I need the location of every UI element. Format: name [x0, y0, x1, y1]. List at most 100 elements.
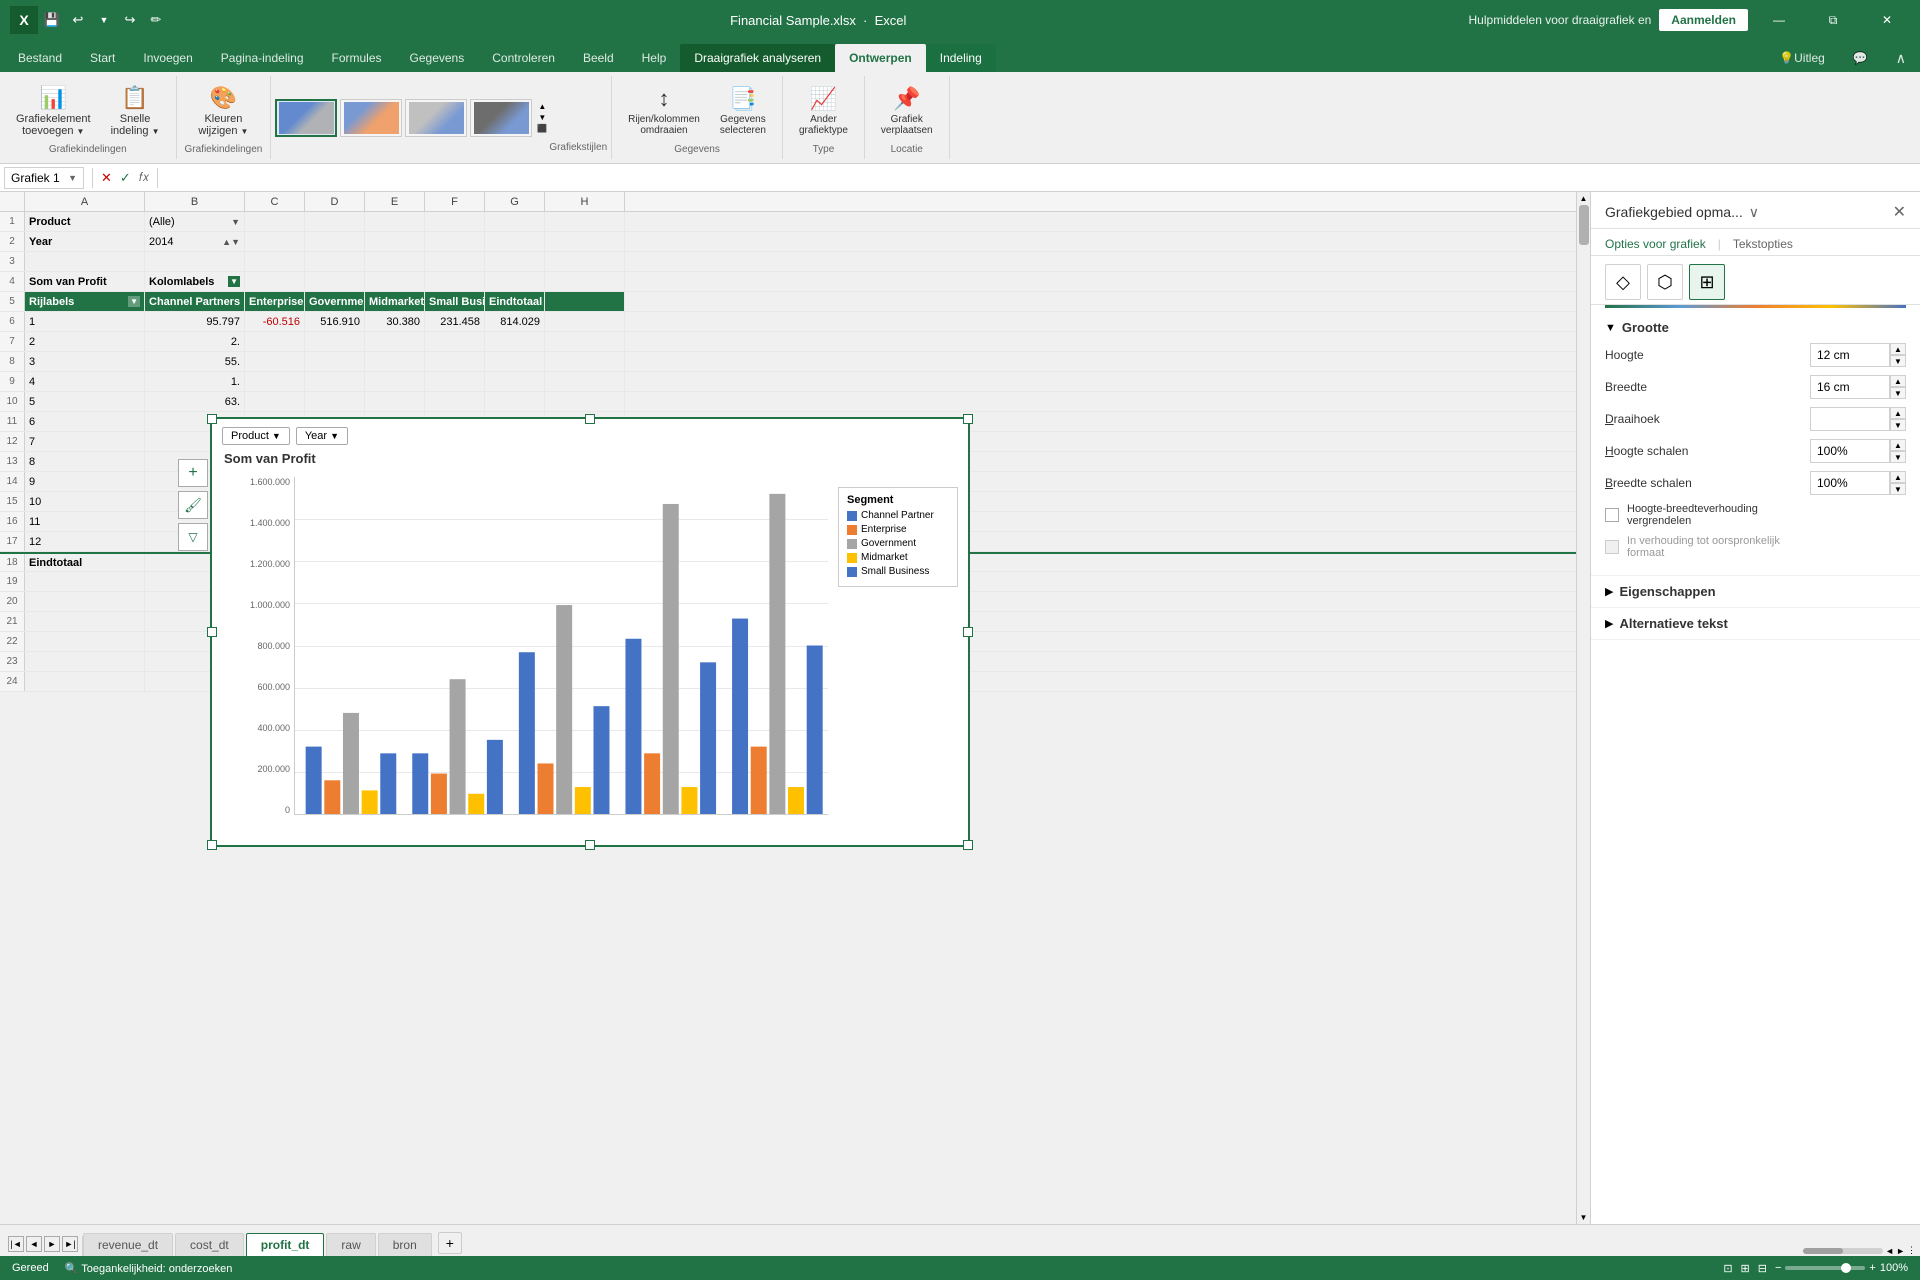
cell-G5[interactable]: Eindtotaal: [485, 292, 545, 311]
cell-C7[interactable]: [245, 332, 305, 351]
cell-A13[interactable]: 8: [25, 452, 145, 471]
cell-F8[interactable]: [425, 352, 485, 371]
cell-H2[interactable]: [545, 232, 625, 251]
product-filter-btn[interactable]: Product ▼: [222, 427, 290, 445]
save-qat-btn[interactable]: 💾: [40, 8, 64, 32]
alternatieve-tekst-section[interactable]: ▶ Alternatieve tekst: [1591, 608, 1920, 640]
cell-A3[interactable]: [25, 252, 145, 271]
row-num-19[interactable]: 19: [0, 572, 25, 591]
bar[interactable]: [663, 504, 679, 814]
cell-A6[interactable]: 1: [25, 312, 145, 331]
tab-indeling[interactable]: Indeling: [926, 44, 996, 72]
style-scroll-down[interactable]: ▼: [535, 113, 549, 122]
tab-beeld[interactable]: Beeld: [569, 44, 628, 72]
cell-B9[interactable]: 1.: [145, 372, 245, 391]
col-header-E[interactable]: E: [365, 192, 425, 211]
bar[interactable]: [487, 740, 503, 814]
hoogte-schalen-down[interactable]: ▼: [1890, 451, 1906, 463]
sheet-nav-prev[interactable]: ◄: [26, 1236, 42, 1252]
style-thumb-1[interactable]: [275, 99, 337, 137]
cell-A14[interactable]: 9: [25, 472, 145, 491]
sheet-tab-cost[interactable]: cost_dt: [175, 1233, 244, 1256]
grafiekelelemnt-btn[interactable]: 📊 Grafiek­elementtoevoegen ▼: [8, 79, 99, 143]
cell-H7[interactable]: [545, 332, 625, 351]
scroll-up-btn[interactable]: ▲: [1580, 194, 1588, 203]
cell-H10[interactable]: [545, 392, 625, 411]
view-normal-btn[interactable]: ⊡: [1723, 1262, 1732, 1275]
ander-grafiektype-btn[interactable]: 📈 Andergrafiektype: [791, 79, 856, 143]
row-num-17[interactable]: 17: [0, 532, 25, 551]
row-num-12[interactable]: 12: [0, 432, 25, 451]
bar[interactable]: [644, 753, 660, 814]
cell-A8[interactable]: 3: [25, 352, 145, 371]
bar[interactable]: [807, 646, 823, 815]
cell-A5[interactable]: Rijlabels ▼: [25, 292, 145, 311]
bar[interactable]: [362, 790, 378, 814]
gegevens-selecteren-btn[interactable]: 📑 Gegevensselecteren: [712, 79, 774, 143]
zoom-slider[interactable]: [1785, 1266, 1865, 1270]
cell-F9[interactable]: [425, 372, 485, 391]
row-num-7[interactable]: 7: [0, 332, 25, 351]
cell-B6[interactable]: 95.797: [145, 312, 245, 331]
cell-D10[interactable]: [305, 392, 365, 411]
cell-G9[interactable]: [485, 372, 545, 391]
row-num-21[interactable]: 21: [0, 612, 25, 631]
cell-B4[interactable]: Kolomlabels ▼: [145, 272, 245, 291]
cell-A24[interactable]: [25, 672, 145, 691]
tab-comment-icon[interactable]: 💬: [1839, 44, 1882, 72]
status-accessibility[interactable]: 🔍 Toegankelijkheid: onderzoeken: [65, 1262, 233, 1275]
cell-C9[interactable]: [245, 372, 305, 391]
style-scroll-up[interactable]: ▲: [535, 102, 549, 111]
cell-A21[interactable]: [25, 612, 145, 631]
bar[interactable]: [625, 639, 641, 814]
tab-ontwerpen[interactable]: Ontwerpen: [835, 44, 926, 72]
row-num-9[interactable]: 9: [0, 372, 25, 391]
row-num-16[interactable]: 16: [0, 512, 25, 531]
resize-handle-n[interactable]: [585, 414, 595, 424]
style-scroll[interactable]: ▲ ▼ ⬛: [535, 102, 549, 133]
resize-handle-w[interactable]: [207, 627, 217, 637]
sheet-scroll-right[interactable]: ►: [1896, 1246, 1905, 1256]
cell-H4[interactable]: [545, 272, 625, 291]
cell-C6[interactable]: -60.516: [245, 312, 305, 331]
col-header-G[interactable]: G: [485, 192, 545, 211]
breedte-schalen-down[interactable]: ▼: [1890, 483, 1906, 495]
cell-C10[interactable]: [245, 392, 305, 411]
bar[interactable]: [700, 662, 716, 814]
resize-handle-ne[interactable]: [963, 414, 973, 424]
sheet-tab-bron[interactable]: bron: [378, 1233, 432, 1256]
cell-G8[interactable]: [485, 352, 545, 371]
panel-tab-opties[interactable]: Opties voor grafiek: [1605, 237, 1706, 251]
zoom-thumb[interactable]: [1841, 1263, 1851, 1273]
year-filter-btn[interactable]: Year ▼: [296, 427, 348, 445]
col-header-A[interactable]: A: [25, 192, 145, 211]
cell-D7[interactable]: [305, 332, 365, 351]
draaihoek-value[interactable]: [1810, 407, 1890, 431]
cell-B5[interactable]: Channel Partners: [145, 292, 245, 311]
sheet-nav-first[interactable]: |◄: [8, 1236, 24, 1252]
cell-D8[interactable]: [305, 352, 365, 371]
sheet-tab-revenue[interactable]: revenue_dt: [83, 1233, 173, 1256]
cell-C1[interactable]: [245, 212, 305, 231]
cell-A23[interactable]: [25, 652, 145, 671]
cell-C4[interactable]: [245, 272, 305, 291]
redo-qat-btn[interactable]: ↪: [118, 8, 142, 32]
cell-H6[interactable]: [545, 312, 625, 331]
add-element-btn[interactable]: +: [178, 459, 208, 487]
cancel-formula-icon[interactable]: ✕: [101, 170, 112, 186]
formula-input[interactable]: [166, 167, 1916, 189]
cell-B1[interactable]: (Alle) ▼: [145, 212, 245, 231]
cell-G7[interactable]: [485, 332, 545, 351]
row-num-2[interactable]: 2: [0, 232, 25, 251]
cell-D4[interactable]: [305, 272, 365, 291]
zoom-out-btn[interactable]: −: [1775, 1262, 1781, 1274]
cell-H8[interactable]: [545, 352, 625, 371]
row-num-23[interactable]: 23: [0, 652, 25, 671]
cell-E5[interactable]: Midmarket: [365, 292, 425, 311]
zoom-in-btn[interactable]: +: [1869, 1262, 1875, 1274]
cell-E9[interactable]: [365, 372, 425, 391]
row-num-24[interactable]: 24: [0, 672, 25, 691]
cell-G4[interactable]: [485, 272, 545, 291]
row-num-18[interactable]: 18: [0, 554, 25, 571]
customize-qat-btn[interactable]: ✏: [144, 8, 168, 32]
